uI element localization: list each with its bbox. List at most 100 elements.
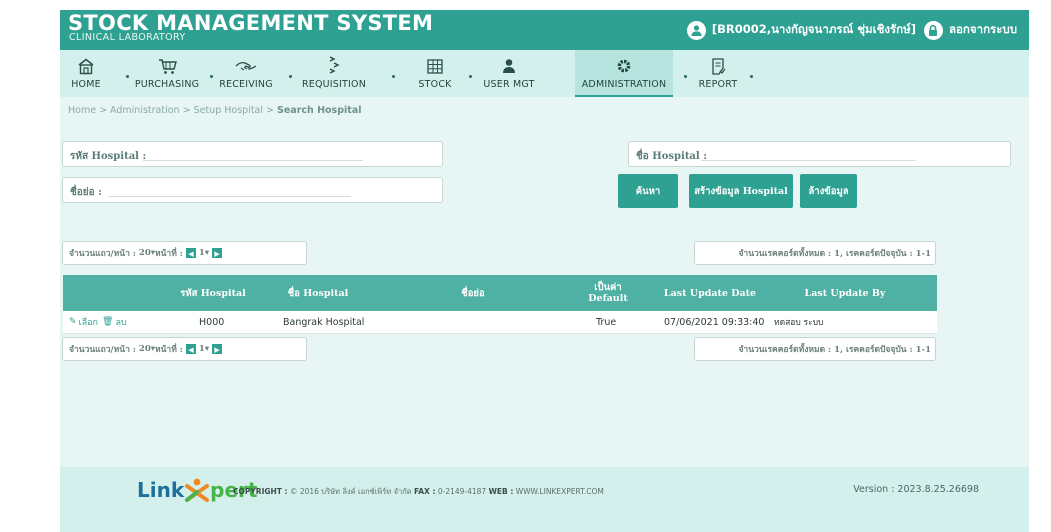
content-area: Home > Administration > Setup Hospital >… <box>60 97 1029 477</box>
prev-page-button[interactable]: ◀ <box>185 344 196 354</box>
col-default: เป็นค่า Default <box>588 282 628 304</box>
pager-top: จำนวนแถว/หน้า : 20▾ หน้าที่ : ◀ 1▾ ▶ <box>62 241 307 265</box>
search-button[interactable]: ค้นหา <box>618 174 678 208</box>
cell-default: True <box>596 316 617 328</box>
menu-separator <box>469 75 472 78</box>
menu-label: STOCK <box>418 79 452 90</box>
table-row: ✎ เลือก 🗑 ลบ H000 Bangrak Hospital True … <box>63 311 937 334</box>
record-info-bottom: จำนวนเรคคอร์ดทั้งหมด : 1, เรคคอร์ดปัจจุบ… <box>694 337 936 361</box>
cell-hospital-code: H000 <box>199 316 225 328</box>
version-text: Version : 2023.8.25.26698 <box>853 484 979 495</box>
col-last-update-date: Last Update Date <box>663 287 757 299</box>
menu-separator <box>392 75 395 78</box>
user-icon <box>686 20 706 40</box>
rows-per-page-label: จำนวนแถว/หน้า : <box>69 345 136 355</box>
page-label: หน้าที่ : <box>155 345 183 355</box>
menu-user-mgt[interactable]: USER MGT <box>481 50 537 97</box>
cart-icon <box>158 55 177 77</box>
short-name-field[interactable]: ชื่อย่อ : <box>62 177 443 203</box>
lock-icon[interactable] <box>923 20 943 40</box>
delete-link[interactable]: ลบ <box>115 315 126 329</box>
copyright-text: © 2016 บริษัท ลิงค์ เอกซ์เพิร์ท จำกัด <box>289 487 412 496</box>
record-info-top: จำนวนเรคคอร์ดทั้งหมด : 1, เรคคอร์ดปัจจุบ… <box>694 241 936 265</box>
footer: Link pert COPYRIGHT : © 2016 บริษัท ลิงค… <box>60 467 1029 532</box>
cell-last-update-by: ทดสอบ ระบบ <box>774 318 824 328</box>
main-menu: HOME PURCHASING RECEIVING REQUISITION ST… <box>60 50 1029 97</box>
prev-page-button[interactable]: ◀ <box>185 248 196 258</box>
logo-text-left: Link <box>137 478 185 502</box>
breadcrumb-current: Search Hospital <box>277 105 362 116</box>
hospital-name-label: ชื่อ Hospital : <box>636 151 707 162</box>
clear-button[interactable]: ล้างข้อมูล <box>800 174 857 208</box>
copyright-prefix: COPYRIGHT : <box>233 487 288 496</box>
menu-separator <box>684 75 687 78</box>
menu-label: REQUISITION <box>301 79 367 90</box>
field-underline <box>701 160 916 161</box>
menu-purchasing[interactable]: PURCHASING <box>134 50 200 97</box>
create-hospital-button[interactable]: สร้างข้อมูล Hospital <box>689 174 793 208</box>
field-underline <box>143 160 363 161</box>
field-underline <box>108 196 351 197</box>
flow-icon <box>328 55 340 77</box>
rows-per-page-select[interactable]: 20▾ <box>139 344 155 354</box>
menu-home[interactable]: HOME <box>68 50 104 97</box>
select-link[interactable]: เลือก <box>79 315 98 329</box>
user-icon <box>502 55 516 77</box>
rows-per-page-select[interactable]: 20▾ <box>139 248 155 258</box>
menu-separator <box>289 75 292 78</box>
page-select[interactable]: 1▾ <box>199 344 209 354</box>
hospital-code-label: รหัส Hospital : <box>70 151 147 162</box>
col-hospital-code: รหัส Hospital <box>180 287 246 299</box>
menu-label: USER MGT <box>483 79 535 90</box>
top-header: STOCK MANAGEMENT SYSTEM CLINICAL LABORAT… <box>60 10 1029 50</box>
rows-per-page-label: จำนวนแถว/หน้า : <box>69 249 136 259</box>
web-label: WEB : <box>488 487 514 496</box>
report-icon <box>711 55 726 77</box>
copyright-line: COPYRIGHT : © 2016 บริษัท ลิงค์ เอกซ์เพิ… <box>233 486 604 498</box>
next-page-button[interactable]: ▶ <box>212 248 223 258</box>
breadcrumb: Home > Administration > Setup Hospital >… <box>68 105 361 116</box>
pencil-icon[interactable]: ✎ <box>69 317 77 327</box>
menu-separator <box>210 75 213 78</box>
menu-label: PURCHASING <box>134 79 200 90</box>
handshake-icon <box>235 55 257 77</box>
app-subtitle: CLINICAL LABORATORY <box>69 32 186 43</box>
hospital-name-field[interactable]: ชื่อ Hospital : <box>628 141 1011 167</box>
col-last-update-by: Last Update By <box>804 287 886 299</box>
hospital-code-field[interactable]: รหัส Hospital : <box>62 141 443 167</box>
row-actions: ✎ เลือก 🗑 ลบ <box>69 311 127 333</box>
menu-label: REPORT <box>698 79 738 90</box>
gear-icon <box>616 55 632 77</box>
menu-report[interactable]: REPORT <box>698 50 738 97</box>
next-page-button[interactable]: ▶ <box>212 344 223 354</box>
logo-x-icon <box>184 476 210 504</box>
cell-hospital-name: Bangrak Hospital <box>283 316 365 328</box>
fax-label: FAX : <box>413 487 436 496</box>
logout-link[interactable]: ลอกจากระบบ <box>949 21 1017 39</box>
menu-administration[interactable]: ADMINISTRATION <box>575 50 673 97</box>
pager-bottom: จำนวนแถว/หน้า : 20▾ หน้าที่ : ◀ 1▾ ▶ <box>62 337 307 361</box>
table-header: รหัส Hospital ชื่อ Hospital ชื่อย่อ เป็น… <box>63 275 937 311</box>
trash-icon[interactable]: 🗑 <box>102 317 113 327</box>
page-label: หน้าที่ : <box>155 249 183 259</box>
col-short-name: ชื่อย่อ <box>461 287 485 299</box>
menu-label: HOME <box>71 79 101 90</box>
menu-label: RECEIVING <box>219 79 273 90</box>
col-hospital-name: ชื่อ Hospital <box>287 287 349 299</box>
menu-label: ADMINISTRATION <box>581 79 667 90</box>
page-select[interactable]: 1▾ <box>199 248 209 258</box>
breadcrumb-path[interactable]: Home > Administration > Setup Hospital > <box>68 105 277 116</box>
menu-requisition[interactable]: REQUISITION <box>300 50 368 97</box>
menu-separator <box>750 75 753 78</box>
user-name: [BR0002,นางกัญจนาภรณ์ ชุ่มเชิงรักษ์] <box>711 22 916 36</box>
user-area: [BR0002,นางกัญจนาภรณ์ ชุ่มเชิงรักษ์] ลอก… <box>686 19 1017 41</box>
grid-icon <box>427 55 443 77</box>
home-icon <box>77 55 95 77</box>
short-name-label: ชื่อย่อ : <box>70 187 102 198</box>
menu-receiving[interactable]: RECEIVING <box>219 50 273 97</box>
menu-separator <box>126 75 129 78</box>
web-value[interactable]: WWW.LINKEXPERT.COM <box>516 487 604 496</box>
cell-last-update-date: 07/06/2021 09:33:40 <box>664 316 765 328</box>
app-frame: STOCK MANAGEMENT SYSTEM CLINICAL LABORAT… <box>60 10 1029 532</box>
menu-stock[interactable]: STOCK <box>417 50 453 97</box>
